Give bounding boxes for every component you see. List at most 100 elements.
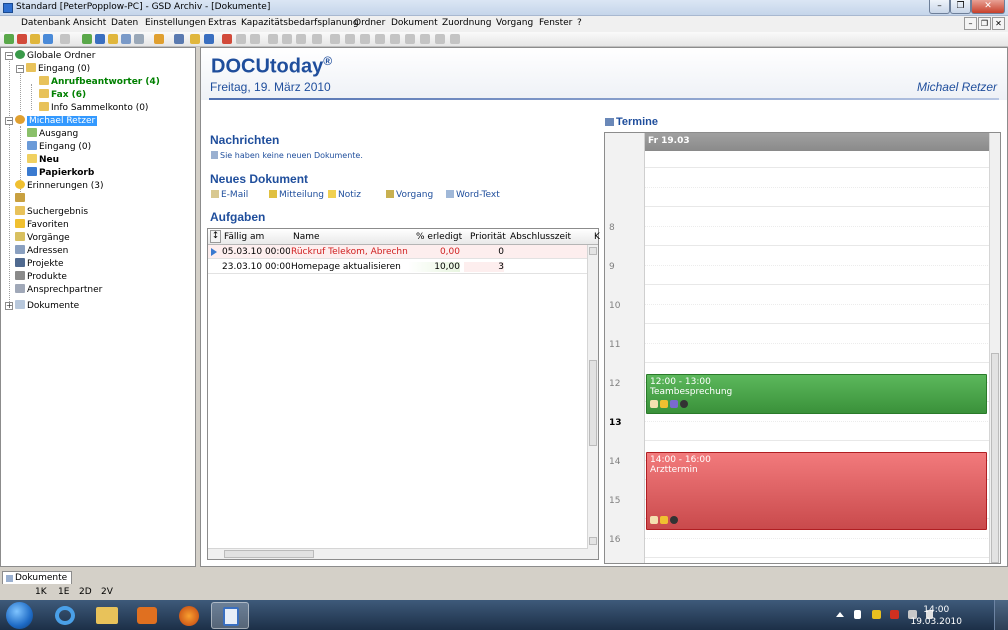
assign-5-icon[interactable]	[390, 34, 400, 44]
tree-produkte[interactable]: Produkte	[15, 271, 67, 284]
menu-ordner[interactable]: Ordner	[351, 17, 388, 29]
new-folder-icon[interactable]	[4, 34, 14, 44]
copy-document-icon[interactable]	[236, 34, 246, 44]
mdi-minimize-button[interactable]: –	[964, 17, 977, 30]
resize-columns-icon[interactable]: ↕	[210, 230, 221, 243]
scroll-up-arrow-icon[interactable]	[589, 247, 597, 255]
mark-2-icon[interactable]	[282, 34, 292, 44]
taskbar-internet-explorer[interactable]	[46, 602, 84, 629]
column-name[interactable]: Name	[293, 232, 320, 242]
taskbar-firefox[interactable]	[170, 602, 208, 629]
table-row[interactable]: 23.03.10 00:00 Homepage aktualisieren 10…	[208, 260, 588, 274]
tree-fax[interactable]: Fax (6)	[39, 89, 86, 102]
folder-icon[interactable]	[30, 34, 40, 44]
tree-dokumente[interactable]: Dokumente	[15, 300, 79, 313]
tree-papierkorb[interactable]: Papierkorb	[27, 167, 94, 180]
open-folder-icon[interactable]	[190, 34, 200, 44]
mdi-restore-button[interactable]: ❐	[978, 17, 991, 30]
tree-suchergebnis[interactable]: Suchergebnis	[15, 206, 88, 219]
menu-fenster[interactable]: Fenster	[536, 17, 575, 29]
tree-empty-folder[interactable]	[15, 193, 27, 206]
tree-adressen[interactable]: Adressen	[15, 245, 68, 258]
assign-8-icon[interactable]	[435, 34, 445, 44]
undo-icon[interactable]	[154, 34, 164, 44]
user-icon[interactable]	[43, 34, 53, 44]
move-document-icon[interactable]	[250, 34, 260, 44]
event-teambesprechung[interactable]: 12:00 - 13:00 Teambesprechung	[646, 374, 987, 414]
tree-projekte[interactable]: Projekte	[15, 258, 64, 271]
taskbar-media-player[interactable]	[128, 602, 166, 629]
power-icon[interactable]	[890, 610, 899, 619]
action-center-flag-icon[interactable]	[854, 610, 861, 619]
mark-icon[interactable]	[268, 34, 278, 44]
tree-ausgang[interactable]: Ausgang	[27, 128, 78, 141]
new-vorgang-link[interactable]: Vorgang	[386, 190, 433, 200]
disabled-tool-icon[interactable]	[60, 34, 70, 44]
column-prioritaet[interactable]: Priorität	[470, 232, 506, 242]
print-icon[interactable]	[134, 34, 144, 44]
collapse-eingang-toggle[interactable]: −	[16, 65, 24, 73]
close-button[interactable]: ✕	[971, 0, 1005, 14]
calendar-scrollbar-thumb[interactable]	[991, 353, 999, 563]
tray-app-icon[interactable]	[872, 610, 881, 619]
app-icon[interactable]	[3, 3, 13, 13]
mark-3-icon[interactable]	[296, 34, 306, 44]
menu-extras[interactable]: Extras	[205, 17, 239, 29]
menu-dokument[interactable]: Dokument	[388, 17, 441, 29]
tree-globale-ordner[interactable]: Globale Ordner	[15, 50, 95, 63]
assign-4-icon[interactable]	[375, 34, 385, 44]
assign-6-icon[interactable]	[405, 34, 415, 44]
assign-7-icon[interactable]	[420, 34, 430, 44]
menu-datenbank[interactable]: Datenbank	[18, 17, 73, 29]
menu-ansicht[interactable]: Ansicht	[70, 17, 109, 29]
tree-info-sammelkonto[interactable]: Info Sammelkonto (0)	[39, 102, 148, 115]
show-desktop-button[interactable]	[994, 600, 1008, 630]
column-abschlusszeit[interactable]: Abschlusszeit	[510, 232, 571, 242]
day-header[interactable]: Fr 19.03	[645, 133, 990, 151]
column-faellig[interactable]: Fällig am	[224, 232, 264, 242]
calendar-vertical-scrollbar[interactable]	[989, 133, 1000, 563]
tree-michael-retzer[interactable]: Michael Retzer	[15, 115, 98, 128]
start-button[interactable]	[6, 602, 33, 629]
column-k[interactable]: K	[594, 232, 600, 242]
send-icon[interactable]	[204, 34, 214, 44]
new-word-text-link[interactable]: Word-Text	[446, 190, 500, 200]
delete-folder-icon[interactable]	[17, 34, 27, 44]
tree-anrufbeantworter[interactable]: Anrufbeantworter (4)	[39, 76, 160, 89]
tab-dokumente[interactable]: Dokumente	[2, 571, 73, 584]
new-email-link[interactable]: E-Mail	[211, 190, 248, 200]
minimize-button[interactable]: –	[929, 0, 950, 14]
assign-9-icon[interactable]	[450, 34, 460, 44]
show-hidden-icons-icon[interactable]	[836, 612, 844, 617]
table-icon[interactable]	[82, 34, 92, 44]
new-document-icon[interactable]	[222, 34, 232, 44]
menu-vorgang[interactable]: Vorgang	[493, 17, 536, 29]
tree-favoriten[interactable]: Favoriten	[15, 219, 69, 232]
menu-einstellungen[interactable]: Einstellungen	[142, 17, 209, 29]
scan-icon[interactable]	[312, 34, 322, 44]
scroll-down-arrow-icon[interactable]	[589, 537, 597, 545]
maximize-button[interactable]: ❐	[950, 0, 971, 14]
cards-icon[interactable]	[95, 34, 105, 44]
expand-dokumente-toggle[interactable]: +	[5, 302, 13, 310]
event-arzttermin[interactable]: 14:00 - 16:00 Arzttermin	[646, 452, 987, 530]
tasks-scrollbar-thumb[interactable]	[589, 360, 597, 446]
assign-icon[interactable]	[330, 34, 340, 44]
mdi-close-button[interactable]: ✕	[992, 17, 1005, 30]
table-row[interactable]: 05.03.10 00:00 Rückruf Telekom, Abrechnu…	[208, 245, 588, 259]
menu-kapazitaetsbedarfsplanung[interactable]: Kapazitätsbedarfsplanung	[238, 17, 362, 29]
lock-icon[interactable]	[108, 34, 118, 44]
tree-ansprechpartner[interactable]: Ansprechpartner	[15, 284, 102, 297]
menu-help[interactable]: ?	[574, 17, 585, 29]
search-icon[interactable]	[174, 34, 184, 44]
assign-3-icon[interactable]	[360, 34, 370, 44]
tasks-vertical-scrollbar[interactable]	[587, 245, 598, 559]
column-erledigt[interactable]: % erledigt	[416, 232, 462, 242]
tasks-hscroll-thumb[interactable]	[224, 550, 314, 558]
new-notiz-link[interactable]: Notiz	[328, 190, 361, 200]
tree-erinnerungen[interactable]: Erinnerungen (3)	[15, 180, 104, 193]
menu-zuordnung[interactable]: Zuordnung	[439, 17, 494, 29]
tree-neu[interactable]: Neu	[27, 154, 59, 167]
export-icon[interactable]	[121, 34, 131, 44]
collapse-global-toggle[interactable]: −	[5, 52, 13, 60]
